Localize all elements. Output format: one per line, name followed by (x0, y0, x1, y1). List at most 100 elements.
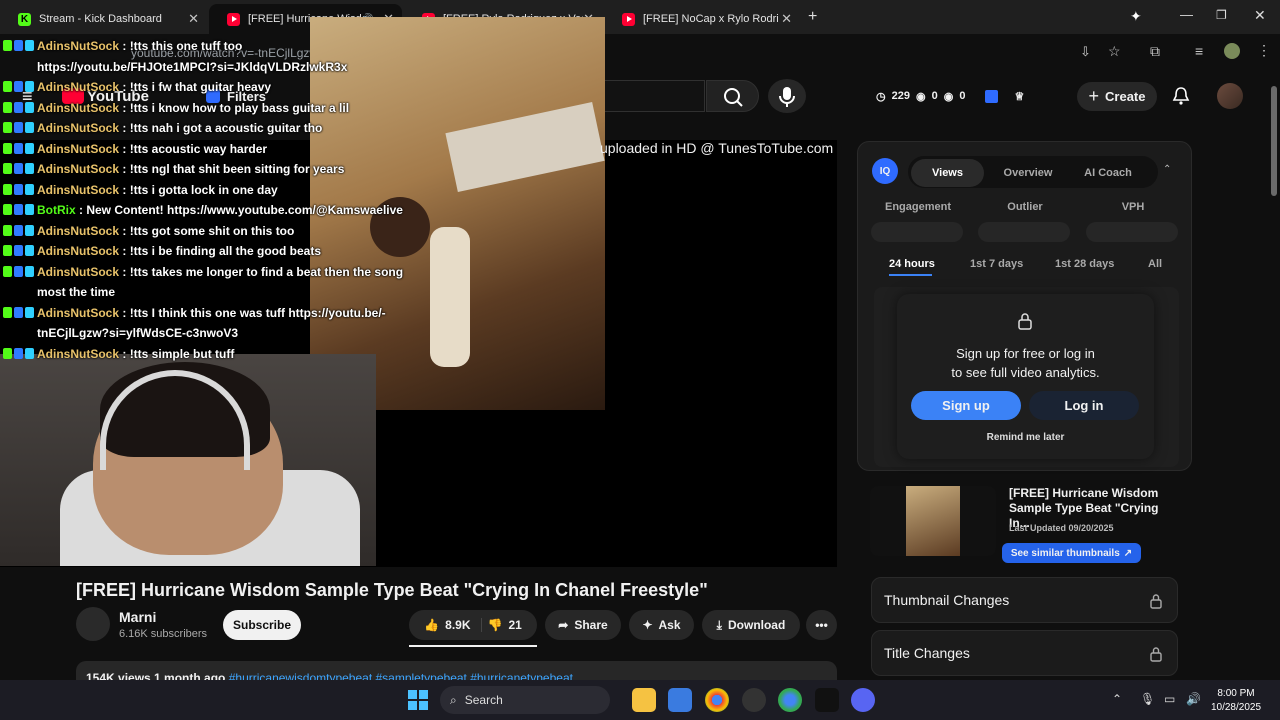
verified-badge-icon (14, 183, 23, 195)
more-actions-button[interactable]: ••• (806, 610, 837, 640)
profile-icon[interactable] (1224, 43, 1240, 59)
chat-badges (3, 40, 34, 51)
collapse-chevron-icon[interactable]: ⌃ (1163, 164, 1171, 175)
performer-figure (430, 227, 470, 367)
video-thumbnail[interactable] (870, 486, 996, 556)
trophy-icon[interactable]: ♕ (1014, 90, 1024, 103)
search-icon: ⌕ (450, 692, 457, 707)
verified-badge-icon (14, 224, 23, 236)
network-icon[interactable]: ▭ (1164, 692, 1175, 706)
chrome-active-icon[interactable] (778, 688, 802, 712)
volume-icon[interactable]: 🔊 (1186, 692, 1201, 706)
microphone-tray-icon[interactable]: 🎙 (1140, 692, 1155, 706)
channel-avatar[interactable] (76, 607, 110, 641)
chat-badges (3, 347, 34, 359)
clock-time: 8:00 PM (1217, 688, 1255, 699)
remind-later-link[interactable]: Remind me later (897, 432, 1154, 443)
eye-icon: ◉ (915, 90, 926, 103)
account-avatar[interactable] (1217, 83, 1243, 109)
metric-value-blurred (978, 222, 1070, 242)
lock-icon (1017, 312, 1033, 330)
chat-text: : !tts simple but tuff (122, 346, 235, 361)
close-window-icon[interactable]: ✕ (1254, 7, 1266, 24)
stat-a: 0 (931, 90, 938, 102)
obs-icon[interactable] (742, 688, 766, 712)
chat-username: AdinsNutSock (37, 80, 120, 94)
restore-icon[interactable]: ❐ (1216, 8, 1227, 22)
notifications-bell-icon[interactable] (1172, 86, 1190, 106)
close-icon[interactable]: ✕ (781, 11, 792, 27)
tab-views[interactable]: Views (911, 159, 984, 187)
chat-message: AdinsNutSock : !tts i be finding all the… (0, 241, 420, 262)
tiktok-icon[interactable] (815, 688, 839, 712)
subscribe-button[interactable]: Subscribe (223, 610, 301, 640)
thumbs-down-icon: 👎 (487, 618, 503, 632)
tab-kick-dashboard[interactable]: K Stream - Kick Dashboard ✕ (0, 4, 207, 34)
verified-badge-icon (14, 40, 23, 51)
tab-overview[interactable]: Overview (988, 159, 1068, 187)
extension-stats-bar: ◷ 229 ◉ 0 ◉ 0 ♕ (868, 82, 1068, 110)
discord-icon[interactable] (851, 688, 875, 712)
minimize-icon[interactable]: — (1180, 7, 1193, 22)
chevron-up-icon[interactable]: ⌃ (1112, 692, 1122, 706)
taskbar-clock[interactable]: 8:00 PM 10/28/2025 (1206, 687, 1266, 715)
kick-badge-icon (3, 122, 12, 133)
range-7-days[interactable]: 1st 7 days (970, 258, 1023, 270)
chat-username: AdinsNutSock (37, 305, 120, 320)
login-button[interactable]: Log in (1029, 391, 1139, 420)
scrollbar-thumb[interactable] (1271, 86, 1277, 196)
download-button[interactable]: ⤓ Download (702, 610, 800, 640)
channel-name[interactable]: Marni (119, 609, 156, 625)
taskbar-search-label: Search (464, 693, 503, 707)
chat-text: : !tts got some shit on this too (122, 223, 295, 238)
bookmark-star-icon[interactable]: ☆ (1108, 43, 1121, 60)
new-tab-icon[interactable]: + (808, 8, 817, 26)
share-label: Share (574, 618, 608, 632)
dislike-count: 21 (508, 618, 522, 632)
menu-dots-icon[interactable]: ⋮ (1257, 42, 1271, 59)
tab-ai-coach[interactable]: AI Coach (1068, 159, 1148, 187)
windows-start-icon[interactable] (408, 690, 428, 710)
verified-badge-icon (14, 101, 23, 113)
file-explorer-icon[interactable] (632, 688, 656, 712)
signup-button[interactable]: Sign up (911, 391, 1021, 420)
extensions-icon[interactable]: ⧉ (1150, 43, 1160, 60)
sparkle-icon: ✦ (642, 618, 653, 632)
signup-modal: Sign up for free or log in to see full v… (897, 294, 1154, 459)
vidiq-icon[interactable] (985, 89, 999, 103)
diamond-badge-icon (25, 163, 34, 174)
chat-badges (3, 183, 34, 195)
diamond-badge-icon (25, 245, 34, 256)
like-button[interactable]: 👍 8.9K (424, 618, 482, 632)
diamond-badge-icon (25, 81, 34, 92)
chat-message: AdinsNutSock : !tts ngl that shit been s… (0, 159, 420, 180)
install-icon[interactable]: ⇩ (1080, 44, 1091, 60)
taskbar-search[interactable]: ⌕ Search (440, 686, 610, 714)
create-label: Create (1105, 89, 1146, 104)
media-controls-icon[interactable]: ≡ (1195, 43, 1203, 59)
title-changes-label: Title Changes (884, 645, 970, 661)
metric-vph: VPH (1121, 201, 1145, 213)
kid-super-sign (445, 102, 605, 192)
range-24-hours[interactable]: 24 hours (889, 258, 935, 270)
search-button[interactable] (706, 80, 759, 112)
dislike-button[interactable]: 👎 21 (488, 618, 522, 632)
close-icon[interactable]: ✕ (188, 11, 199, 27)
see-similar-thumbnails-button[interactable]: See similar thumbnails ↗ (1002, 543, 1141, 563)
stat-views: 229 (891, 90, 910, 102)
microsoft-store-icon[interactable] (668, 688, 692, 712)
create-button[interactable]: + Create (1077, 82, 1157, 111)
title-changes-row[interactable]: Title Changes (871, 630, 1178, 676)
kick-badge-icon (3, 101, 12, 113)
chat-username: AdinsNutSock (37, 264, 120, 279)
thumbnail-changes-row[interactable]: Thumbnail Changes (871, 577, 1178, 623)
range-28-days[interactable]: 1st 28 days (1055, 258, 1114, 270)
share-button[interactable]: ➦ Share (545, 610, 621, 640)
gemini-icon[interactable]: ✦ (1130, 8, 1142, 25)
ask-button[interactable]: ✦ Ask (629, 610, 694, 640)
diamond-badge-icon (25, 265, 34, 277)
tab-nocap-rylo[interactable]: [FREE] NoCap x Rylo Rodriguez ✕ (604, 4, 800, 34)
range-all[interactable]: All (1148, 258, 1162, 270)
chrome-icon[interactable] (705, 688, 729, 712)
voice-search-button[interactable] (768, 79, 806, 113)
